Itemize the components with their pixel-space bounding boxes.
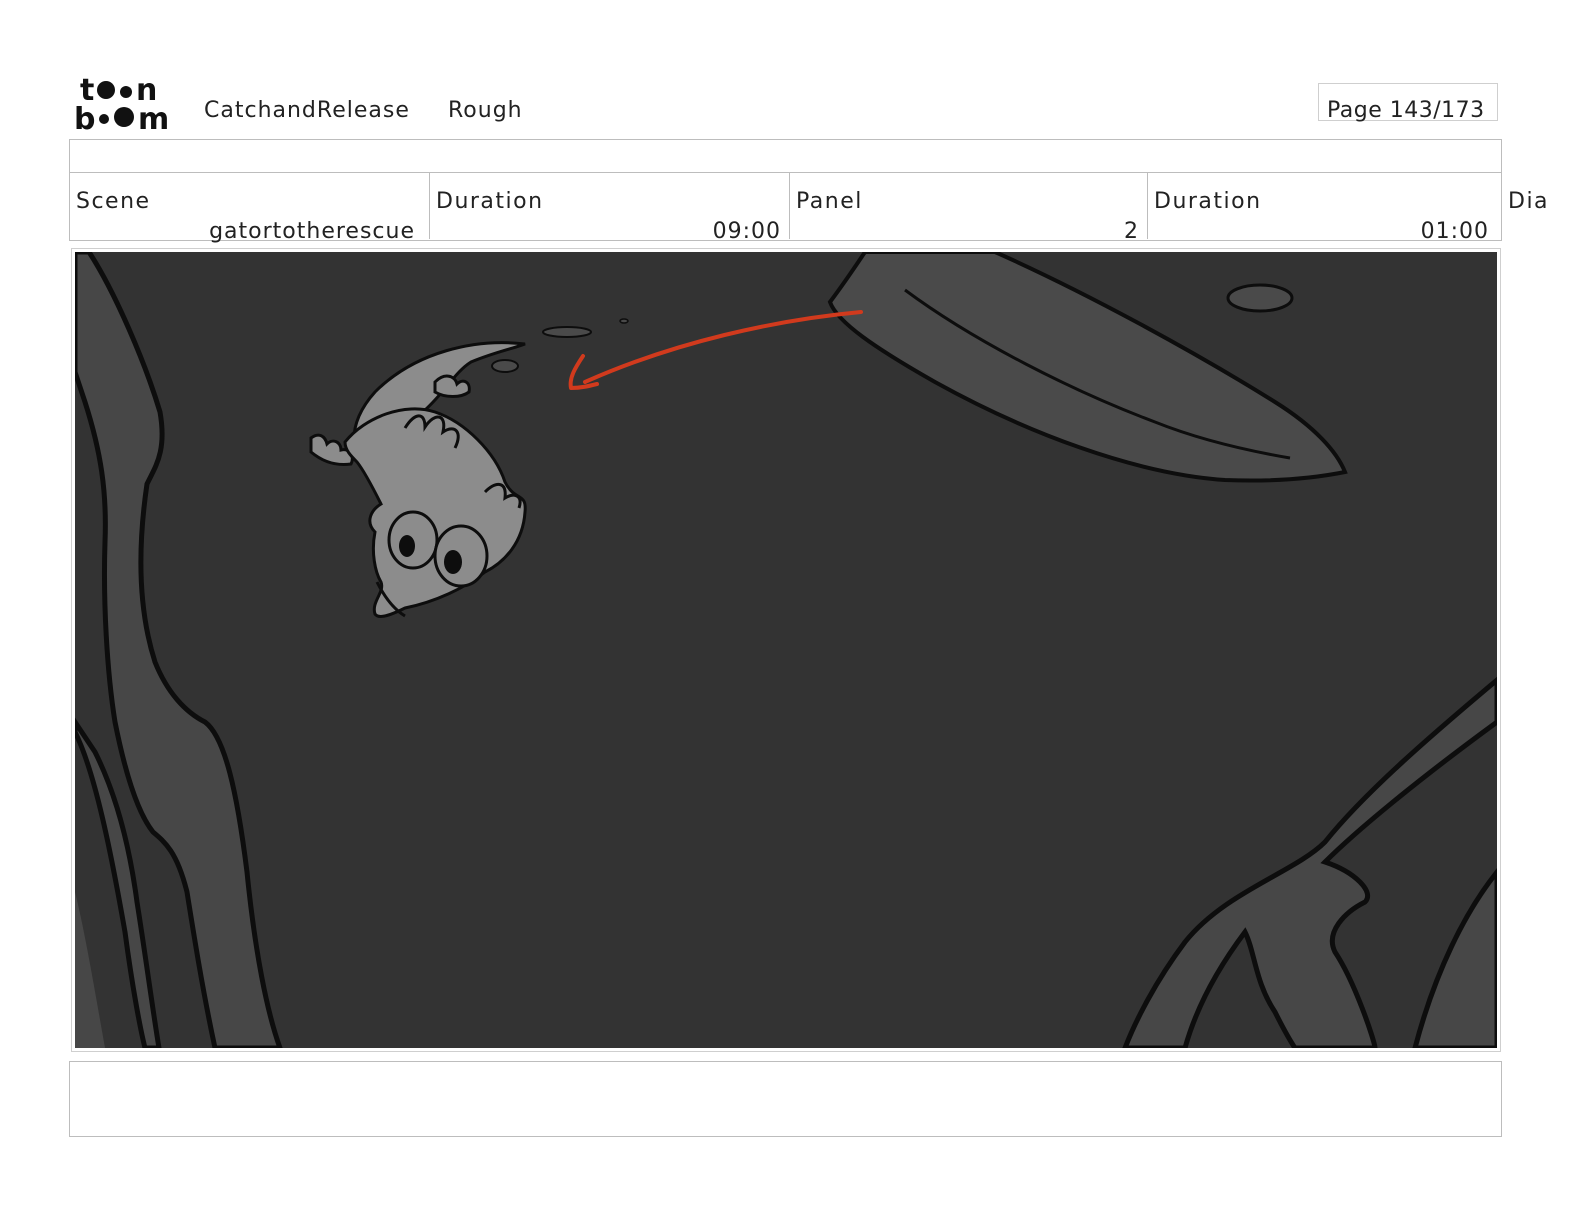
project-name: CatchandRelease (204, 98, 410, 123)
svg-text:b: b (74, 102, 95, 131)
dialogue-notes-box (69, 1061, 1502, 1137)
panel-duration-cell: Duration 01:00 (1148, 173, 1501, 243)
version-label: Rough (448, 98, 523, 123)
toonboom-logo: t n b m (74, 73, 182, 137)
scene-value: gatortotherescue (209, 219, 415, 244)
scene-duration-value: 09:00 (712, 219, 781, 244)
panel-value: 2 (1124, 219, 1139, 244)
scene-duration-label: Duration (436, 189, 544, 214)
page-number: Page 143/173 (1327, 98, 1485, 123)
scene-cell: Scene gatortotherescue (70, 173, 430, 243)
panel-image (75, 252, 1497, 1048)
panel-duration-label: Duration (1154, 189, 1262, 214)
header-blank-row (69, 139, 1502, 173)
svg-text:m: m (138, 102, 169, 131)
panel-duration-value: 01:00 (1420, 219, 1489, 244)
dialogue-label: Dia (1508, 189, 1550, 214)
panel-label: Panel (796, 189, 863, 214)
scene-label: Scene (76, 189, 151, 214)
scene-duration-cell: Duration 09:00 (430, 173, 790, 243)
panel-cell: Panel 2 (790, 173, 1148, 243)
panel-info-row: Scene gatortotherescue Duration 09:00 Pa… (69, 173, 1502, 243)
